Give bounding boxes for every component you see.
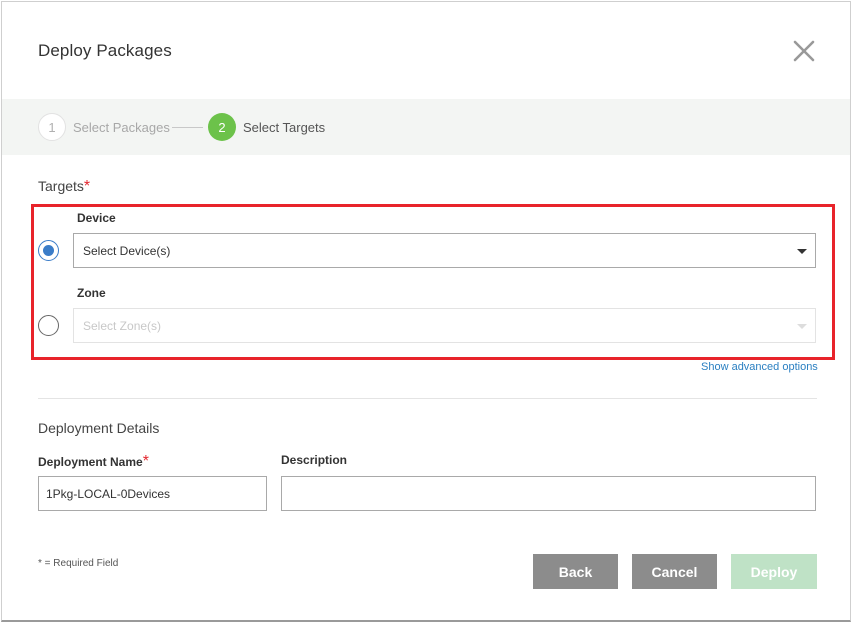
step-1-label[interactable]: Select Packages — [73, 120, 170, 135]
close-icon[interactable] — [791, 38, 817, 64]
deploy-packages-dialog: Deploy Packages 1 Select Packages 2 Sele… — [1, 1, 851, 622]
step-2-number: 2 — [208, 113, 236, 141]
wizard-steps: 1 Select Packages 2 Select Targets — [2, 99, 850, 155]
deploy-button[interactable]: Deploy — [731, 554, 817, 589]
step-2-label: Select Targets — [243, 120, 326, 135]
chevron-down-icon — [797, 324, 807, 329]
zone-select[interactable]: Select Zone(s) — [73, 308, 816, 343]
step-1-number[interactable]: 1 — [38, 113, 66, 141]
required-field-note: * = Required Field — [38, 558, 119, 569]
show-advanced-options-link[interactable]: Show advanced options — [701, 361, 818, 373]
step-connector — [172, 127, 203, 128]
dialog-title: Deploy Packages — [38, 41, 172, 60]
back-button[interactable]: Back — [533, 554, 618, 589]
chevron-down-icon — [797, 249, 807, 254]
cancel-button[interactable]: Cancel — [632, 554, 717, 589]
deployment-details-label: Deployment Details — [38, 420, 160, 436]
device-select-placeholder: Select Device(s) — [83, 243, 171, 258]
device-radio[interactable] — [38, 240, 59, 261]
close-icon-graphic — [793, 40, 815, 62]
description-label: Description — [281, 453, 348, 467]
device-label: Device — [77, 211, 116, 225]
section-divider — [38, 398, 817, 399]
device-select[interactable]: Select Device(s) — [73, 233, 816, 268]
zone-radio[interactable] — [38, 315, 59, 336]
deployment-name-label-text: Deployment Name — [38, 455, 143, 469]
deployment-name-input[interactable]: 1Pkg-LOCAL-0Devices — [38, 476, 267, 511]
zone-label: Zone — [77, 286, 106, 300]
deployment-name-value: 1Pkg-LOCAL-0Devices — [46, 486, 171, 501]
zone-select-placeholder: Select Zone(s) — [83, 318, 162, 333]
targets-label-text: Targets — [38, 178, 84, 194]
deployment-name-required-mark: * — [142, 453, 149, 470]
targets-label: Targets* — [38, 178, 90, 196]
targets-required-mark: * — [83, 178, 91, 195]
description-input[interactable] — [281, 476, 816, 511]
deployment-name-label: Deployment Name* — [38, 453, 149, 471]
